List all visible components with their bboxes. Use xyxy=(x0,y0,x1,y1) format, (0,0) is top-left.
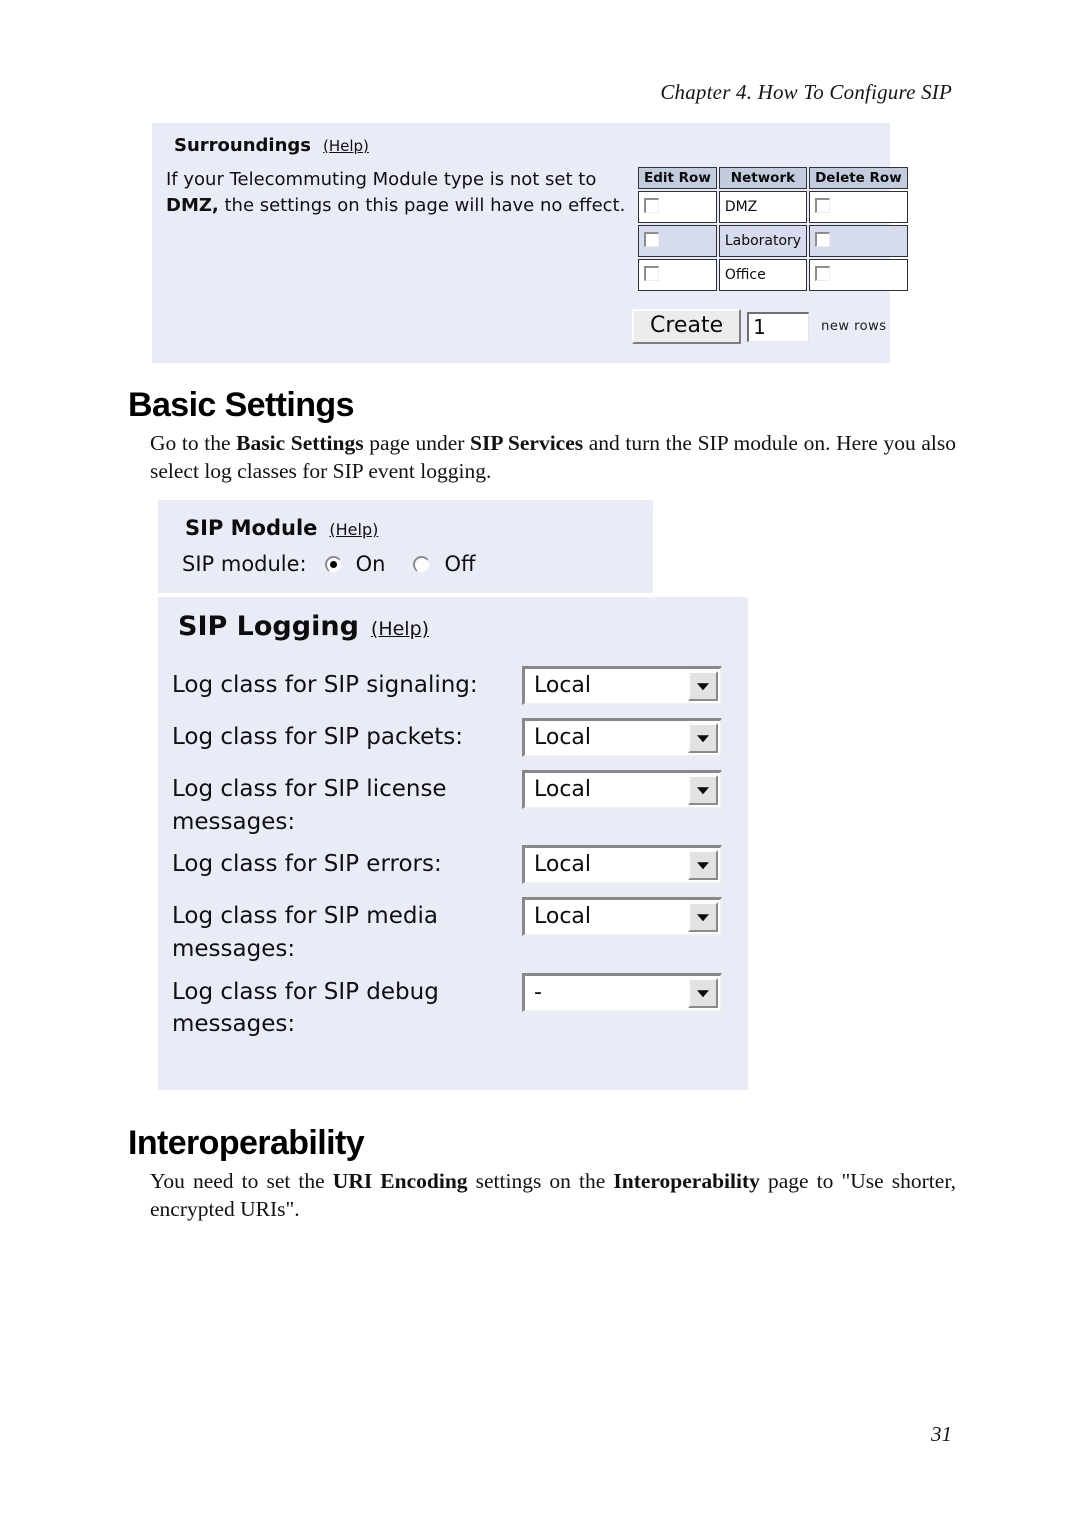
log-class-select-errors-value: Local xyxy=(534,852,592,878)
log-class-label-license: Log class for SIP license messages: xyxy=(172,776,447,835)
edit-row-checkbox[interactable] xyxy=(644,197,659,213)
chevron-down-icon[interactable] xyxy=(688,977,718,1008)
log-class-row-license: Log class for SIP license messages: Loca… xyxy=(172,763,738,838)
log-class-select-media[interactable]: Local xyxy=(522,897,722,937)
paragraph-interoperability: You need to set the URI Encoding setting… xyxy=(150,1167,956,1224)
network-name-cell[interactable]: Office xyxy=(718,259,808,291)
delete-row-checkbox[interactable] xyxy=(815,197,831,213)
table-row: DMZ xyxy=(638,191,908,223)
network-table: Edit Row Network Delete Row DMZ Laborato… xyxy=(636,165,910,293)
chevron-down-icon[interactable] xyxy=(688,723,718,753)
edit-row-cell xyxy=(638,225,717,257)
para-interop-part2: settings on the xyxy=(467,1169,614,1193)
sip-logging-help-link[interactable]: (Help) xyxy=(371,618,429,640)
column-header-network[interactable]: Network xyxy=(718,167,808,189)
log-class-select-errors[interactable]: Local xyxy=(522,845,722,885)
chevron-down-icon[interactable] xyxy=(688,671,718,701)
sip-module-radio-on[interactable] xyxy=(324,555,342,573)
log-class-select-signaling[interactable]: Local xyxy=(522,666,722,705)
surroundings-help-link[interactable]: (Help) xyxy=(323,137,369,155)
page-number: 31 xyxy=(931,1422,952,1446)
para-basic-part1: Go to the xyxy=(150,431,237,455)
log-class-label-packets: Log class for SIP packets: xyxy=(172,724,464,750)
surroundings-note-emphasis: DMZ, xyxy=(166,195,219,217)
log-class-select-packets-value: Local xyxy=(534,725,592,750)
log-class-label-signaling: Log class for SIP signaling: xyxy=(172,672,478,698)
log-class-select-license[interactable]: Local xyxy=(522,770,722,809)
sip-module-help-link[interactable]: (Help) xyxy=(329,520,378,539)
para-basic-bold2: SIP Services xyxy=(470,431,584,455)
new-rows-label: new rows xyxy=(821,319,887,334)
edit-row-cell xyxy=(638,259,717,291)
heading-basic-settings: Basic Settings xyxy=(128,386,355,424)
edit-row-checkbox[interactable] xyxy=(644,265,659,281)
log-class-label-media: Log class for SIP media messages: xyxy=(172,903,438,962)
column-header-delete-row[interactable]: Delete Row xyxy=(809,167,908,189)
log-class-select-media-value: Local xyxy=(534,904,592,930)
table-header-row: Edit Row Network Delete Row xyxy=(638,167,908,189)
para-basic-bold1: Basic Settings xyxy=(236,431,364,455)
surroundings-note: If your Telecommuting Module type is not… xyxy=(166,167,636,219)
log-class-row-packets: Log class for SIP packets: Local xyxy=(172,711,738,763)
edit-row-cell xyxy=(638,191,717,223)
table-row: Office xyxy=(638,259,908,291)
sip-logging-panel-header: SIP Logging (Help) xyxy=(178,611,429,642)
log-class-row-media: Log class for SIP media messages: Local xyxy=(172,890,738,965)
sip-module-panel: SIP Module (Help) SIP module: On Off xyxy=(158,500,653,593)
sip-module-panel-header: SIP Module (Help) xyxy=(185,516,378,540)
create-rows-control: Create new rows xyxy=(632,309,887,344)
surroundings-note-suffix: the settings on this page will have no e… xyxy=(218,195,626,217)
chevron-down-icon[interactable] xyxy=(688,775,718,805)
sip-module-radio-on-label: On xyxy=(355,552,386,576)
log-class-select-packets[interactable]: Local xyxy=(522,718,722,757)
surroundings-panel-title: Surroundings xyxy=(174,135,311,156)
delete-row-cell xyxy=(809,191,908,223)
log-class-select-debug[interactable]: - xyxy=(522,972,722,1012)
log-class-select-signaling-value: Local xyxy=(534,673,592,698)
sip-module-panel-title: SIP Module xyxy=(185,516,318,540)
surroundings-panel-header: Surroundings (Help) xyxy=(174,135,369,156)
log-class-row-signaling: Log class for SIP signaling: Local xyxy=(172,659,738,711)
new-rows-count-input[interactable] xyxy=(747,311,810,342)
delete-row-cell xyxy=(809,259,908,291)
edit-row-checkbox[interactable] xyxy=(644,231,659,247)
log-class-row-errors: Log class for SIP errors: Local xyxy=(172,838,738,890)
running-head: Chapter 4. How To Configure SIP xyxy=(660,80,952,104)
sip-module-radio-off[interactable] xyxy=(413,555,431,573)
para-interop-bold2: Interoperability xyxy=(613,1169,760,1193)
delete-row-checkbox[interactable] xyxy=(815,265,831,281)
network-table-wrapper: Edit Row Network Delete Row DMZ Laborato… xyxy=(636,165,910,293)
chevron-down-icon[interactable] xyxy=(688,902,718,933)
chevron-down-icon[interactable] xyxy=(688,850,718,881)
surroundings-panel: Surroundings (Help) If your Telecommutin… xyxy=(152,123,908,363)
sip-logging-panel-title: SIP Logging xyxy=(178,611,359,642)
create-button[interactable]: Create xyxy=(632,309,742,344)
network-name-cell[interactable]: DMZ xyxy=(718,191,808,223)
sip-module-field-label: SIP module: xyxy=(182,552,307,576)
para-interop-bold1: URI Encoding xyxy=(332,1169,468,1193)
delete-row-checkbox[interactable] xyxy=(815,231,831,247)
sip-module-field-row: SIP module: On Off xyxy=(182,552,485,576)
log-class-label-errors: Log class for SIP errors: xyxy=(172,851,442,878)
para-interop-part1: You need to set the xyxy=(150,1169,333,1193)
para-basic-part2: page under xyxy=(363,431,471,455)
column-header-edit-row[interactable]: Edit Row xyxy=(638,167,717,189)
heading-interoperability: Interoperability xyxy=(128,1124,365,1162)
log-class-label-debug: Log class for SIP debug messages: xyxy=(172,978,439,1038)
sip-module-radio-off-label: Off xyxy=(444,552,476,576)
table-row: Laboratory xyxy=(638,225,908,257)
paragraph-basic-settings: Go to the Basic Settings page under SIP … xyxy=(150,429,956,486)
log-class-select-license-value: Local xyxy=(534,777,592,802)
log-class-select-debug-value: - xyxy=(534,979,542,1005)
log-class-row-debug: Log class for SIP debug messages: - xyxy=(172,966,738,1041)
delete-row-cell xyxy=(809,225,908,257)
sip-logging-panel: SIP Logging (Help) Log class for SIP sig… xyxy=(158,597,748,1090)
surroundings-note-prefix: If your Telecommuting Module type is not… xyxy=(166,169,597,190)
network-name-cell[interactable]: Laboratory xyxy=(718,225,808,257)
sip-logging-rows: Log class for SIP signaling: Local Log c… xyxy=(172,659,738,1041)
